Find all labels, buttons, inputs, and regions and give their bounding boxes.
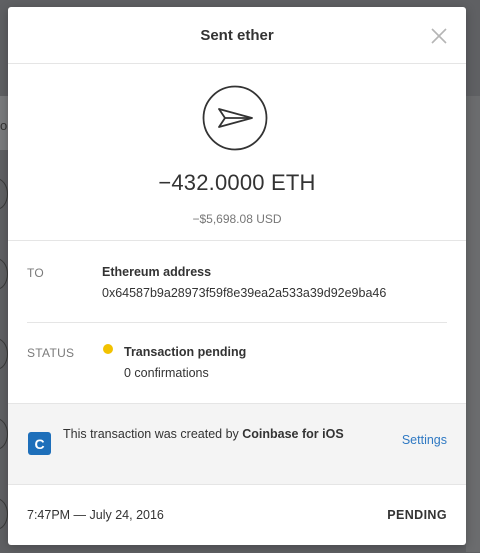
background-text: o [0, 118, 8, 133]
origin-text-prefix: This transaction was created by [63, 427, 243, 441]
status-label: STATUS [27, 346, 75, 360]
close-icon[interactable] [430, 27, 448, 45]
transaction-detail-modal: Sent ether −432.0000 ETH −$5,698.08 USD … [8, 7, 466, 545]
recipient-row: TO Ethereum address 0x64587b9a28973f59f8… [8, 241, 466, 323]
settings-link[interactable]: Settings [402, 433, 447, 447]
transaction-origin-banner: C This transaction was created by Coinba… [8, 403, 466, 485]
modal-footer: 7:47PM — July 24, 2016 PENDING [8, 485, 466, 545]
background-avatar [0, 338, 8, 370]
crypto-amount: −432.0000 ETH [158, 170, 316, 195]
modal-header: Sent ether [8, 7, 466, 64]
background-avatar [0, 258, 8, 290]
pending-status-dot-icon [103, 344, 113, 354]
status-row: STATUS Transaction pending 0 confirmatio… [8, 323, 466, 403]
recipient-type: Ethereum address [102, 265, 212, 279]
background-panel-edge [466, 96, 480, 552]
background-avatar [0, 178, 8, 210]
transaction-summary: −432.0000 ETH −$5,698.08 USD [8, 64, 466, 241]
origin-app-name: Coinbase for iOS [242, 427, 344, 441]
fiat-amount: −$5,698.08 USD [192, 212, 282, 226]
paper-plane-send-icon [202, 85, 268, 151]
status-text: Transaction pending [124, 345, 247, 359]
origin-description: This transaction was created by Coinbase… [63, 424, 363, 444]
recipient-address: 0x64587b9a28973f59f8e39ea2a533a39d92e9ba… [102, 286, 387, 300]
background-avatar [0, 498, 8, 530]
transaction-timestamp: 7:47PM — July 24, 2016 [27, 508, 164, 522]
confirmations-count: 0 confirmations [124, 366, 209, 380]
modal-title: Sent ether [200, 26, 274, 44]
background-avatar [0, 418, 8, 450]
coinbase-logo-icon: C [28, 432, 51, 455]
to-label: TO [27, 266, 45, 280]
transaction-state-badge: PENDING [387, 508, 447, 522]
